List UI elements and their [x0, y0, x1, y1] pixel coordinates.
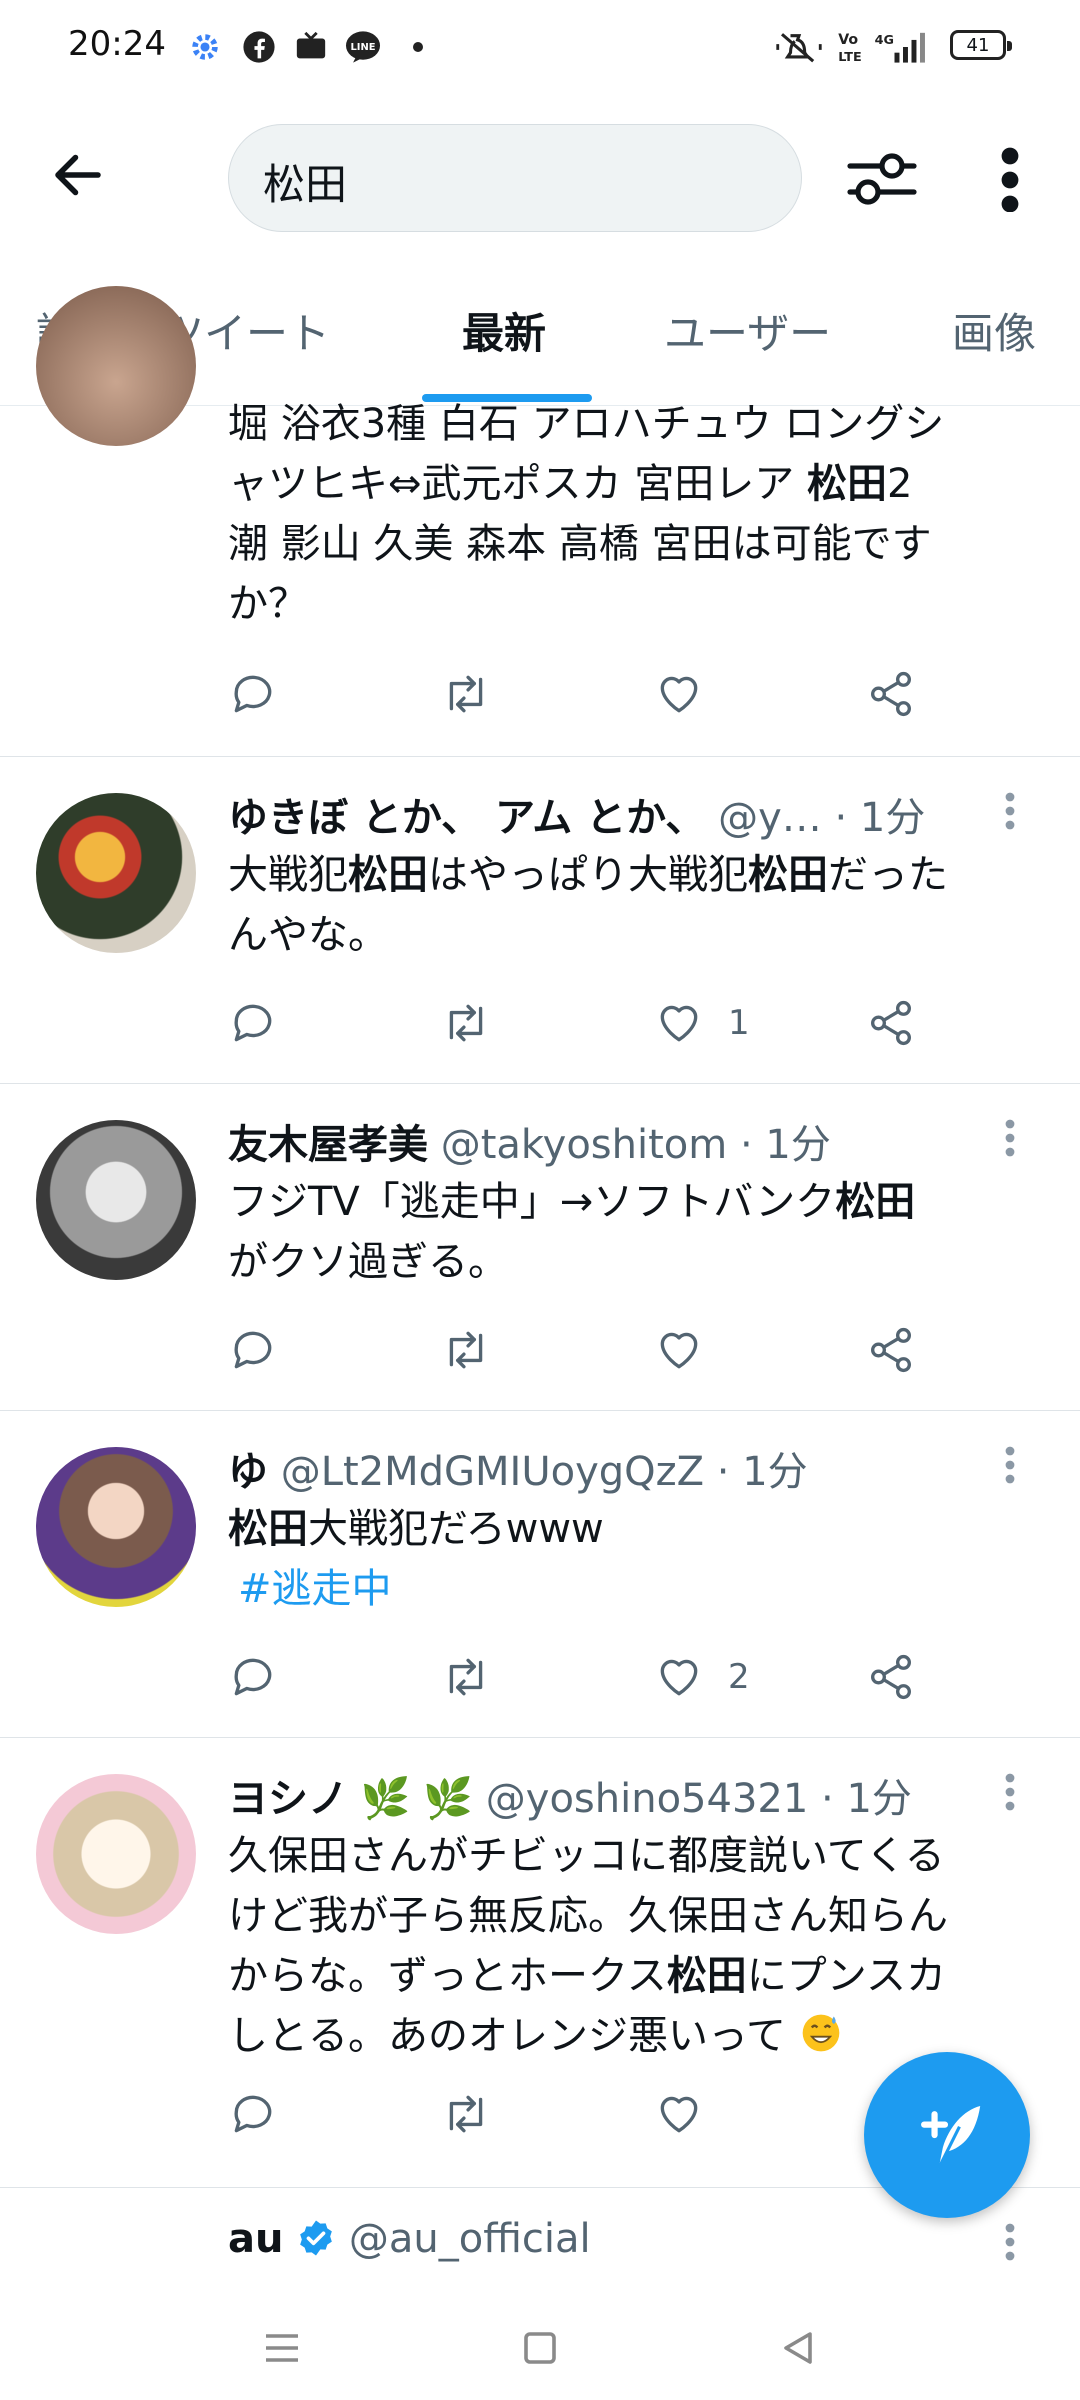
tab-users[interactable]: ユーザー [664, 300, 831, 361]
dot-icon [412, 30, 424, 64]
home-icon[interactable] [520, 2328, 560, 2372]
verified-badge-icon [296, 2216, 349, 2262]
line-icon: LINE [344, 30, 382, 64]
reply-icon[interactable] [228, 664, 278, 724]
svg-text:4G: 4G [875, 33, 894, 48]
tweet-actions [228, 1320, 928, 1380]
like-icon[interactable]: 1 [654, 993, 750, 1053]
back-arrow-icon[interactable] [48, 145, 128, 225]
tweet-time: · 1分 [834, 795, 926, 841]
user-handle: @yoshino54321 [485, 1776, 809, 1822]
tab-latest[interactable]: 最新 [462, 300, 546, 361]
tweet-body: 松田大戦犯だろwww #逃走中 [228, 1506, 604, 1612]
retweet-icon[interactable] [438, 993, 494, 1053]
back-nav-icon[interactable] [778, 2328, 818, 2372]
user-name: au [228, 2216, 284, 2262]
tweet-actions [228, 2084, 928, 2144]
reply-icon[interactable] [228, 1320, 278, 1380]
user-handle: @y… [718, 795, 822, 841]
retweet-icon[interactable] [438, 1320, 494, 1380]
tweet-body: 堀 浴衣3種 白石 アロハチュウ ロングシ ャツヒキ⇔武元ポスカ 宮田レア 松田… [228, 401, 945, 627]
tweet-meta: ゆきぼ とか、 アム とか、 @y… · 1分 [228, 785, 925, 843]
like-count: 1 [728, 1003, 750, 1043]
tweet-actions [228, 664, 928, 724]
avatar[interactable] [36, 793, 196, 953]
tweet-meta: ヨシノ 🌿 🌿 @yoshino54321 · 1分 [228, 1766, 912, 1824]
tweet-actions: 2 [228, 1647, 928, 1707]
tweet-meta: au @au_official [228, 2216, 591, 2262]
system-nav-bar [0, 2296, 1080, 2400]
tv-icon [294, 30, 328, 64]
facebook-icon [242, 30, 276, 64]
tweet-more-icon[interactable] [1004, 1772, 1016, 1812]
tweet-body: フジTV「逃走中」→ソフトバンク松田 がクソ過ぎる。 [228, 1179, 916, 1285]
reply-icon[interactable] [228, 2084, 278, 2144]
avatar[interactable] [36, 1447, 196, 1607]
reply-icon[interactable] [228, 1647, 278, 1707]
user-name: ゆきぼ とか、 アム とか、 [228, 795, 706, 841]
volte-icon: Vo LTE [838, 30, 864, 64]
tweet-more-icon[interactable] [1004, 1118, 1016, 1158]
svg-text:Vo: Vo [838, 32, 858, 48]
svg-text:LTE: LTE [838, 50, 861, 64]
hashtag-link[interactable]: #逃走中 [238, 1566, 392, 1612]
tweet-time: · 1分 [739, 1122, 831, 1168]
reply-icon[interactable] [228, 993, 278, 1053]
tweet-meta: 友木屋孝美 @takyoshitom · 1分 [228, 1112, 831, 1170]
leaf-emoji-icon: 🌿 🌿 [360, 1776, 474, 1822]
tweet-body: 久保田さんがチビッコに都度説いてくる けど我が子ら無反応。久保田さん知らん から… [228, 1833, 948, 2059]
filter-icon[interactable] [846, 146, 918, 212]
tweet-more-icon[interactable] [1004, 2222, 1016, 2262]
like-icon[interactable]: 2 [654, 1647, 750, 1707]
signal-4g-icon: 4G [874, 30, 932, 64]
compose-tweet-button[interactable] [864, 2052, 1030, 2218]
user-name: ゆ [228, 1449, 268, 1495]
like-icon[interactable] [654, 2084, 728, 2144]
share-icon[interactable] [866, 1647, 916, 1707]
share-icon[interactable] [866, 993, 916, 1053]
user-name: ヨシノ [228, 1776, 348, 1822]
search-query: 松田 [263, 160, 348, 209]
like-count: 2 [728, 1657, 750, 1697]
tweet-time: · 1分 [821, 1776, 912, 1822]
share-icon[interactable] [866, 664, 916, 724]
status-bar: 20:24 LINE Vo LTE 4G 41 [0, 0, 1080, 96]
menu-icon[interactable] [262, 2328, 302, 2372]
user-handle: @Lt2MdGMIUoygQzZ [280, 1449, 705, 1495]
search-input[interactable]: 松田 [228, 124, 802, 232]
tweet-more-icon[interactable] [1004, 791, 1016, 831]
retweet-icon[interactable] [438, 2084, 494, 2144]
like-icon[interactable] [654, 1320, 728, 1380]
retweet-icon[interactable] [438, 1647, 494, 1707]
share-icon[interactable] [866, 1320, 916, 1380]
retweet-icon[interactable] [438, 664, 494, 724]
tweet-meta: ゆ @Lt2MdGMIUoygQzZ · 1分 [228, 1439, 808, 1497]
tweet-time: · 1分 [716, 1449, 808, 1495]
tweet-divider [0, 1410, 1080, 1411]
tweet-divider [0, 1083, 1080, 1084]
gear-icon [188, 30, 222, 64]
svg-text:LINE: LINE [350, 42, 375, 53]
avatar[interactable] [36, 1120, 196, 1280]
tweet-more-icon[interactable] [1004, 1445, 1016, 1485]
user-handle: @takyoshitom [440, 1122, 728, 1168]
mute-icon [776, 30, 822, 64]
sweat-smile-emoji-icon [786, 2013, 843, 2059]
like-icon[interactable] [654, 664, 728, 724]
battery-indicator: 41 [950, 30, 1012, 60]
tweet-body: 大戦犯松田はやっぱり大戦犯松田だった んやな。 [228, 852, 948, 958]
tweet-divider [0, 756, 1080, 757]
tab-images[interactable]: 画像 [952, 300, 1036, 361]
tweet-divider [0, 1737, 1080, 1738]
avatar[interactable] [36, 286, 196, 446]
more-vertical-icon[interactable] [996, 146, 1024, 213]
user-handle: @au_official [348, 2216, 591, 2262]
tweet-actions: 1 [228, 993, 928, 1053]
user-name: 友木屋孝美 [228, 1122, 428, 1168]
status-time: 20:24 [68, 24, 166, 64]
avatar[interactable] [36, 1774, 196, 1934]
